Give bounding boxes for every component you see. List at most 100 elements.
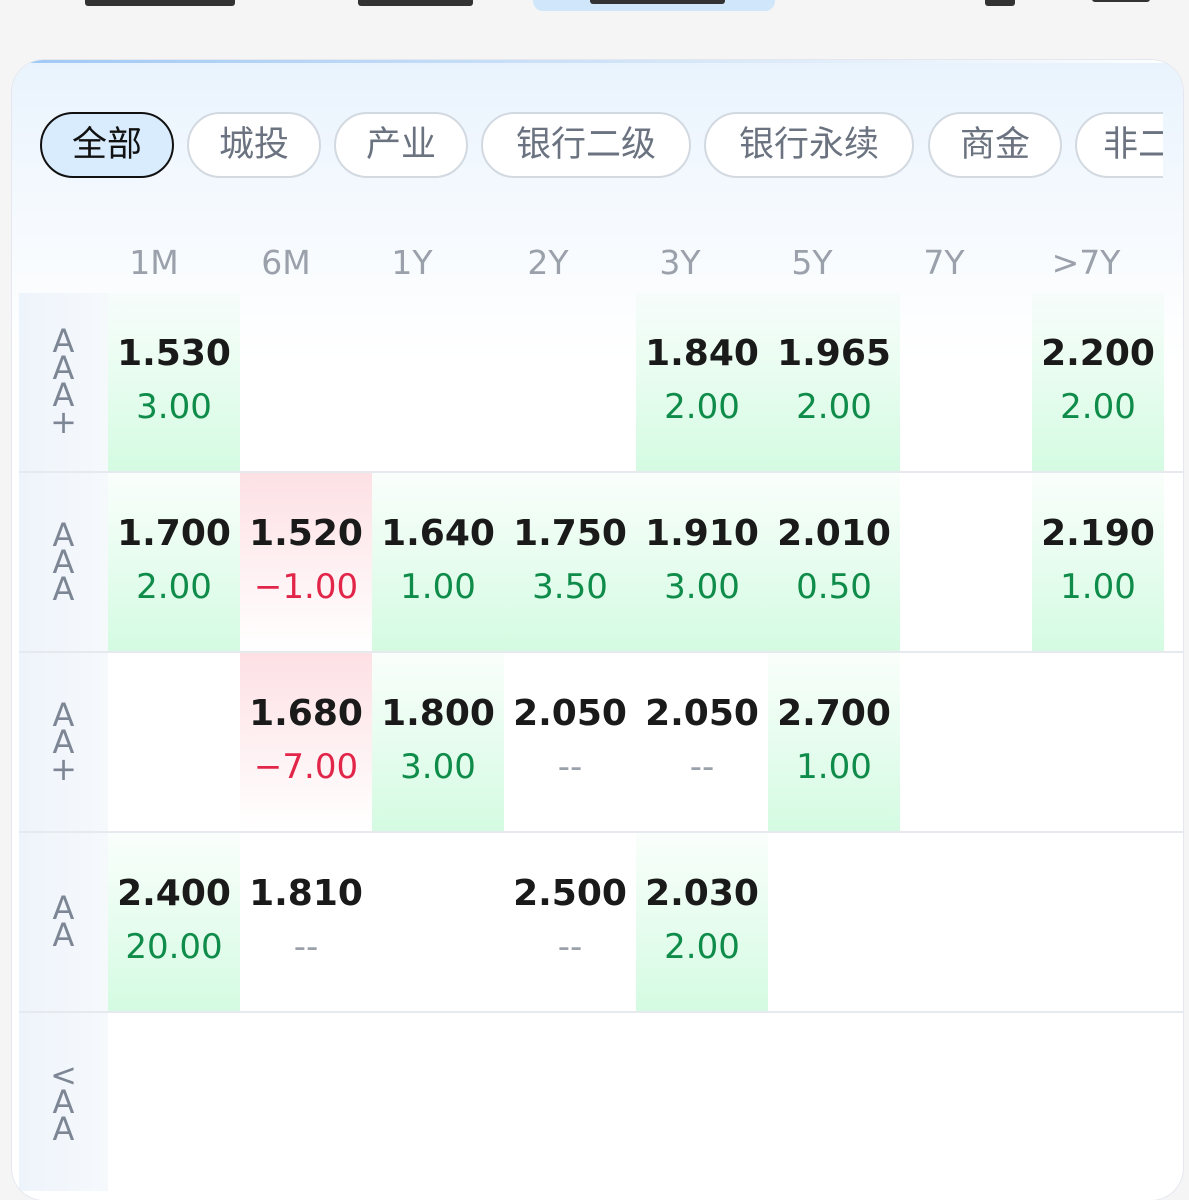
yield-cell[interactable]: 2.200 2.00 — [1032, 293, 1164, 471]
yield-rate: 2.030 — [645, 873, 759, 914]
yield-change: 2.00 — [664, 927, 740, 967]
yield-cell[interactable]: 1.750 3.50 — [504, 473, 636, 651]
yield-rate: 1.800 — [381, 693, 495, 734]
top-tab-fragment — [590, 0, 725, 4]
yield-rate: 2.700 — [777, 693, 891, 734]
yield-cell[interactable]: 1.700 2.00 — [108, 473, 240, 651]
yield-change: 2.00 — [796, 387, 872, 427]
menu-icon[interactable] — [1092, 0, 1150, 2]
yield-cell[interactable]: 2.030 2.00 — [636, 833, 768, 1011]
yield-cell[interactable]: 2.010 0.50 — [768, 473, 900, 651]
rating-label: AAA — [52, 515, 75, 608]
yield-change: 1.00 — [796, 747, 872, 787]
rating-label: A A + — [50, 695, 77, 788]
yield-cell[interactable]: 1.530 3.00 — [108, 293, 240, 471]
yield-cell[interactable]: 1.840 2.00 — [636, 293, 768, 471]
yield-rate: 2.200 — [1041, 333, 1155, 374]
yield-rate: 1.750 — [513, 513, 627, 554]
yield-change: 1.00 — [400, 567, 476, 607]
rating-label-cell: A A A + — [19, 293, 108, 471]
yield-change: 1.00 — [1060, 567, 1136, 607]
yield-cell[interactable]: 1.910 3.00 — [636, 473, 768, 651]
tenor-header: 5Y — [791, 243, 833, 282]
yield-rate: 2.500 — [513, 873, 627, 914]
rating-label-cell: A A + — [19, 653, 108, 831]
top-tab-fragment[interactable] — [985, 0, 1015, 6]
filter-chip-urban-investment[interactable]: 城投 — [187, 112, 321, 178]
top-tab-fragment[interactable] — [85, 0, 235, 6]
tenor-header: 7Y — [923, 243, 965, 282]
rating-label: AA — [52, 889, 75, 954]
rating-label: A A A + — [50, 322, 77, 441]
yield-change: 20.00 — [125, 927, 223, 967]
tenor-header: 1M — [129, 243, 179, 282]
yield-rate: 2.010 — [777, 513, 891, 554]
yield-change: -- — [557, 747, 583, 787]
yield-cell[interactable]: 1.680 −7.00 — [240, 653, 372, 831]
yield-cell[interactable]: 1.640 1.00 — [372, 473, 504, 651]
yield-change: 2.00 — [1060, 387, 1136, 427]
tenor-header-row: 1M 6M 1Y 2Y 3Y 5Y 7Y >7Y — [12, 238, 1183, 288]
card-edge — [12, 60, 1183, 63]
yield-rate: 2.190 — [1041, 513, 1155, 554]
rating-label-cell: AAA — [19, 473, 108, 651]
yield-rate: 1.700 — [117, 513, 231, 554]
tenor-header: 1Y — [391, 243, 433, 282]
rating-row[interactable]: A A A + 1.530 3.00 1.840 2.00 1.965 2.00 2.200 2.00 — [19, 293, 1183, 471]
rating-row[interactable]: A A A 1.700 2.00 1.520 −1.00 1.640 1.00 1.750 3.50… — [19, 473, 1183, 651]
filter-chip-bank-tier2[interactable]: 银行二级 — [481, 112, 691, 178]
rating-row[interactable]: A A 2.400 20.00 1.810 -- 2.500 -- 2.030 2.00 — [19, 833, 1183, 1011]
yield-change: 3.00 — [664, 567, 740, 607]
filter-chip-commercial-finance[interactable]: 商金 — [928, 112, 1062, 178]
yield-cell[interactable]: 2.500 -- — [504, 833, 636, 1011]
yield-rate: 1.840 — [645, 333, 759, 374]
yield-cell[interactable]: 2.700 1.00 — [768, 653, 900, 831]
filter-chip-all[interactable]: 全部 — [40, 112, 174, 178]
yield-rate: 1.910 — [645, 513, 759, 554]
yield-rate: 1.640 — [381, 513, 495, 554]
yield-rate: 1.520 — [249, 513, 363, 554]
yield-change: 3.00 — [400, 747, 476, 787]
yield-change: 0.50 — [796, 567, 872, 607]
tenor-header: 2Y — [527, 243, 569, 282]
yield-change: 3.50 — [532, 567, 608, 607]
yield-change: -- — [293, 927, 319, 967]
yield-matrix-card: 全部 城投 产业 银行二级 银行永续 商金 非二 1M 6M 1Y 2Y 3Y … — [12, 60, 1183, 1200]
rating-label-cell: < A A — [19, 1013, 108, 1191]
yield-change: 3.00 — [136, 387, 212, 427]
rating-row[interactable]: A A + 1.680 −7.00 1.800 3.00 2.050 -- 2.050 -- 2.70… — [19, 653, 1183, 831]
yield-cell[interactable]: 1.800 3.00 — [372, 653, 504, 831]
yield-change: −1.00 — [253, 567, 359, 607]
yield-cell[interactable]: 2.190 1.00 — [1032, 473, 1164, 651]
yield-rate: 1.810 — [249, 873, 363, 914]
tenor-header: 3Y — [659, 243, 701, 282]
yield-cell[interactable]: 2.050 -- — [504, 653, 636, 831]
top-tab-fragment[interactable] — [358, 0, 473, 6]
yield-cell[interactable]: 1.810 -- — [240, 833, 372, 1011]
yield-rate: 1.680 — [249, 693, 363, 734]
yield-change: 2.00 — [136, 567, 212, 607]
tenor-header: >7Y — [1051, 243, 1121, 282]
tenor-header: 6M — [261, 243, 311, 282]
yield-rate: 2.050 — [513, 693, 627, 734]
yield-change: −7.00 — [253, 747, 359, 787]
yield-change: -- — [689, 747, 715, 787]
yield-cell[interactable]: 2.400 20.00 — [108, 833, 240, 1011]
rating-row[interactable]: < A A — [19, 1013, 1183, 1191]
yield-cell[interactable]: 1.965 2.00 — [768, 293, 900, 471]
yield-cell[interactable]: 2.050 -- — [636, 653, 768, 831]
yield-rate: 2.400 — [117, 873, 231, 914]
yield-cell[interactable]: 1.520 −1.00 — [240, 473, 372, 651]
top-tab-bar — [0, 0, 1189, 60]
rating-label: < A A — [50, 1055, 77, 1148]
filter-chip-bank-perpetual[interactable]: 银行永续 — [704, 112, 914, 178]
filter-chip-non-tier2[interactable]: 非二 — [1075, 112, 1163, 178]
yield-rate: 1.530 — [117, 333, 231, 374]
yield-rate: 1.965 — [777, 333, 891, 374]
rating-label-cell: AA — [19, 833, 108, 1011]
yield-rate: 2.050 — [645, 693, 759, 734]
yield-change: 2.00 — [664, 387, 740, 427]
filter-chip-industry[interactable]: 产业 — [334, 112, 468, 178]
category-filter-bar: 全部 城投 产业 银行二级 银行永续 商金 非二 — [40, 112, 1163, 182]
yield-change: -- — [557, 927, 583, 967]
